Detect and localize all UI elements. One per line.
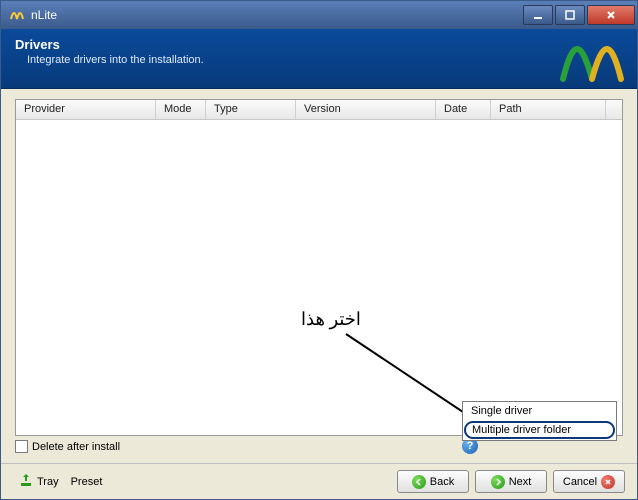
tray-label: Tray [37,476,59,488]
back-arrow-icon [412,475,426,489]
tray-icon [19,473,33,490]
app-title: nLite [31,8,523,22]
back-button[interactable]: Back [397,470,469,493]
annotation-label: اختر هذا [301,309,361,330]
banner-subtitle: Integrate drivers into the installation. [27,54,623,66]
minimize-button[interactable] [523,5,553,25]
column-date[interactable]: Date [436,100,491,119]
nlite-logo-icon [557,33,627,85]
column-version[interactable]: Version [296,100,436,119]
column-spacer [606,100,622,119]
list-body[interactable] [16,120,622,435]
app-icon [9,7,25,23]
delete-after-install-label: Delete after install [32,441,120,453]
cancel-x-icon [601,475,615,489]
next-button[interactable]: Next [475,470,547,493]
maximize-button[interactable] [555,5,585,25]
delete-after-install-checkbox[interactable] [15,440,28,453]
next-arrow-icon [491,475,505,489]
cancel-button[interactable]: Cancel [553,470,625,493]
column-mode[interactable]: Mode [156,100,206,119]
back-label: Back [430,476,454,488]
preset-label: Preset [71,476,103,488]
tray-button[interactable]: Tray [13,470,65,493]
close-button[interactable] [587,5,635,25]
column-provider[interactable]: Provider [16,100,156,119]
window-controls [523,5,635,25]
column-path[interactable]: Path [491,100,606,119]
menu-multiple-driver-folder[interactable]: Multiple driver folder [464,421,615,439]
column-headers: Provider Mode Type Version Date Path [16,100,622,120]
insert-dropdown-menu: Single driver Multiple driver folder [462,401,617,441]
banner-title: Drivers [15,37,623,52]
next-label: Next [509,476,532,488]
cancel-label: Cancel [563,476,597,488]
app-window: nLite Drivers Integrate drivers into the… [0,0,638,500]
titlebar[interactable]: nLite [1,1,637,29]
drivers-listview[interactable]: Provider Mode Type Version Date Path [15,99,623,436]
footer-bar: Tray Preset Back Next Cancel [1,463,637,499]
column-type[interactable]: Type [206,100,296,119]
menu-single-driver[interactable]: Single driver [463,402,616,420]
page-banner: Drivers Integrate drivers into the insta… [1,29,637,89]
preset-button[interactable]: Preset [65,473,109,491]
